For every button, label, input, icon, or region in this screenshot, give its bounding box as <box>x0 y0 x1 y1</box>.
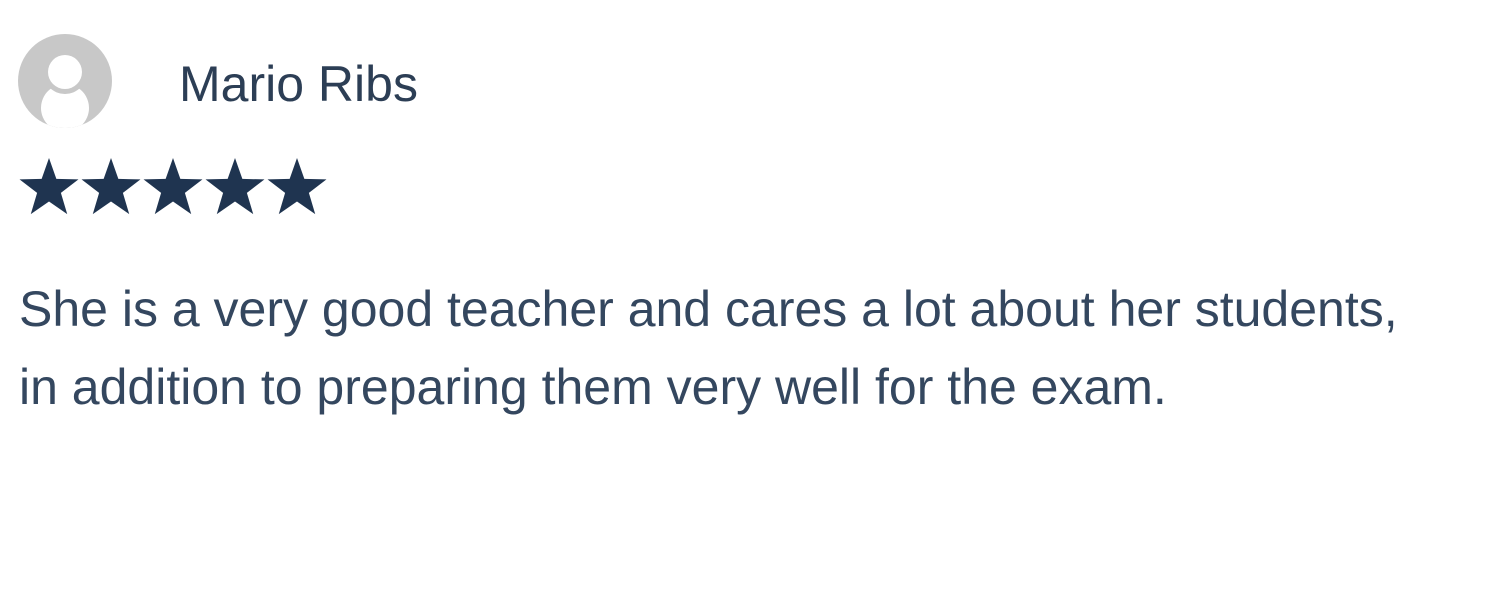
review-text: She is a very good teacher and cares a l… <box>19 281 1398 415</box>
star-icon <box>205 158 265 215</box>
user-avatar-icon <box>18 34 112 128</box>
person-silhouette-icon <box>41 50 89 128</box>
star-icon <box>143 158 203 215</box>
reviewer-name: Mario Ribs <box>179 56 418 112</box>
star-rating <box>18 152 328 222</box>
star-icon <box>81 158 141 215</box>
star-icon <box>267 158 327 215</box>
star-icon <box>19 158 79 215</box>
review-card: Mario Ribs She is a very good teacher an… <box>0 0 1500 590</box>
